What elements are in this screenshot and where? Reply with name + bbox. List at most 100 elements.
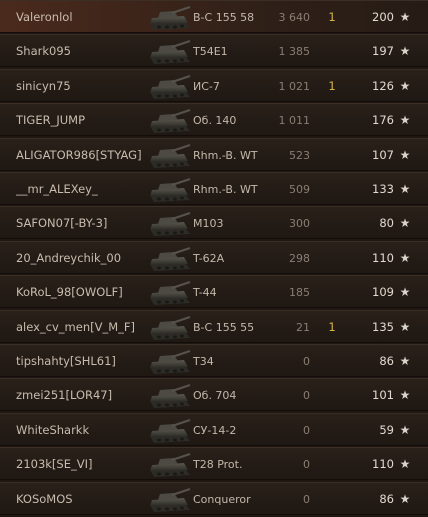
player-name: ALIGATOR986[STYAG] — [16, 148, 142, 162]
tank-name: В-С 155 55 — [193, 321, 255, 334]
star-icon: ★ — [399, 216, 411, 230]
tank-icon — [146, 311, 192, 344]
player-name: TIGER_JUMP — [16, 113, 85, 127]
player-row[interactable]: WhiteSharkk СУ-14-2 0 59 ★ — [0, 413, 428, 446]
player-name: zmei251[LOR47] — [16, 388, 113, 402]
player-name: tipshahty[SHL61] — [16, 354, 116, 368]
xp-value: 197 — [372, 44, 394, 58]
tank-name: T-62A — [193, 252, 225, 265]
kills-value — [326, 173, 338, 206]
kills-value — [326, 276, 338, 309]
player-row[interactable]: KoRoL_98[OWOLF] T-44 185 109 ★ — [0, 275, 428, 308]
player-row[interactable]: sinicyn75 ИС-7 1 021 1 126 ★ — [0, 69, 428, 102]
tank-name: Об. 140 — [193, 114, 237, 127]
xp-value: 86 — [379, 492, 394, 506]
damage-value: 1 021 — [278, 80, 311, 93]
tank-icon — [146, 242, 192, 275]
tank-icon — [146, 379, 192, 412]
xp-value: 135 — [372, 320, 394, 334]
damage-value: 21 — [296, 321, 310, 334]
tank-icon — [146, 70, 192, 103]
tank-name: T28 Prot. — [193, 458, 243, 471]
star-icon: ★ — [399, 182, 411, 196]
xp-value: 126 — [372, 79, 394, 93]
tank-name: В-С 155 58 — [193, 11, 255, 24]
kills-value: 1 — [328, 10, 336, 24]
tank-name: T-44 — [193, 286, 217, 299]
tank-icon — [146, 207, 192, 240]
kills-value: 1 — [328, 79, 336, 93]
tank-name: T34 — [193, 355, 214, 368]
player-row[interactable]: 20_Andreychik_00 T-62A 298 110 ★ — [0, 241, 428, 274]
kills-value — [326, 379, 338, 412]
xp-value: 110 — [372, 457, 394, 471]
player-row[interactable]: 2103k[SE_VI] T28 Prot. 0 110 ★ — [0, 447, 428, 480]
tank-name: СУ-14-2 — [193, 424, 237, 437]
player-row[interactable]: Shark095 T54E1 1 385 197 ★ — [0, 34, 428, 67]
player-name: KOSoMOS — [16, 492, 73, 506]
player-name: sinicyn75 — [16, 79, 71, 93]
star-icon: ★ — [399, 457, 411, 471]
star-icon: ★ — [399, 285, 411, 299]
player-row[interactable]: KOSoMOS Conqueror 0 86 ★ — [0, 482, 428, 515]
player-row[interactable]: TIGER_JUMP Об. 140 1 011 176 ★ — [0, 103, 428, 136]
damage-value: 300 — [289, 217, 310, 230]
kills-value — [326, 448, 338, 481]
xp-value: 200 — [372, 10, 394, 24]
xp-value: 86 — [379, 354, 394, 368]
damage-value: 0 — [303, 493, 310, 506]
xp-value: 110 — [372, 251, 394, 265]
tank-name: Conqueror — [193, 493, 251, 506]
damage-value: 185 — [289, 286, 310, 299]
player-name: SAFON07[-BY-3] — [16, 216, 108, 230]
tank-icon — [146, 104, 192, 137]
team-results-table: Valeronlol В-С 155 58 3 640 1 200 ★ Shar… — [0, 0, 428, 517]
tank-icon — [146, 483, 192, 516]
damage-value: 0 — [303, 389, 310, 402]
xp-value: 107 — [372, 148, 394, 162]
player-row[interactable]: SAFON07[-BY-3] M103 300 80 ★ — [0, 206, 428, 239]
tank-icon — [146, 345, 192, 378]
damage-value: 0 — [303, 355, 310, 368]
star-icon: ★ — [399, 388, 411, 402]
xp-value: 109 — [372, 285, 394, 299]
player-row[interactable]: ALIGATOR986[STYAG] Rhm.-B. WT 523 107 ★ — [0, 138, 428, 171]
star-icon: ★ — [399, 354, 411, 368]
damage-value: 0 — [303, 458, 310, 471]
xp-value: 176 — [372, 113, 394, 127]
player-name: Valeronlol — [16, 10, 73, 24]
kills-value — [326, 139, 338, 172]
tank-name: M103 — [193, 217, 224, 230]
xp-value: 80 — [379, 216, 394, 230]
tank-icon — [146, 414, 192, 447]
damage-value: 298 — [289, 252, 310, 265]
player-row[interactable]: Valeronlol В-С 155 58 3 640 1 200 ★ — [0, 0, 428, 33]
kills-value — [326, 35, 338, 68]
kills-value — [326, 483, 338, 516]
player-name: Shark095 — [16, 44, 71, 58]
player-name: WhiteSharkk — [16, 423, 90, 437]
tank-icon — [146, 35, 192, 68]
player-name: 2103k[SE_VI] — [16, 457, 93, 471]
player-row[interactable]: __mr_ALEXey_ Rhm.-B. WT 509 133 ★ — [0, 172, 428, 205]
damage-value: 3 640 — [278, 11, 311, 24]
star-icon: ★ — [399, 492, 411, 506]
tank-icon — [146, 448, 192, 481]
kills-value — [326, 207, 338, 240]
tank-icon — [146, 276, 192, 309]
kills-value — [326, 414, 338, 447]
player-row[interactable]: zmei251[LOR47] Об. 704 0 101 ★ — [0, 378, 428, 411]
tank-name: Rhm.-B. WT — [193, 149, 258, 162]
damage-value: 509 — [289, 183, 310, 196]
player-name: KoRoL_98[OWOLF] — [16, 285, 123, 299]
player-row[interactable]: alex_cv_men[V_M_F] В-С 155 55 21 1 135 ★ — [0, 310, 428, 343]
tank-name: T54E1 — [193, 45, 228, 58]
star-icon: ★ — [399, 148, 411, 162]
star-icon: ★ — [399, 10, 411, 24]
damage-value: 0 — [303, 424, 310, 437]
tank-icon — [146, 173, 192, 206]
player-name: __mr_ALEXey_ — [16, 182, 98, 196]
player-name: 20_Andreychik_00 — [16, 251, 122, 265]
kills-value — [326, 345, 338, 378]
player-row[interactable]: tipshahty[SHL61] T34 0 86 ★ — [0, 344, 428, 377]
